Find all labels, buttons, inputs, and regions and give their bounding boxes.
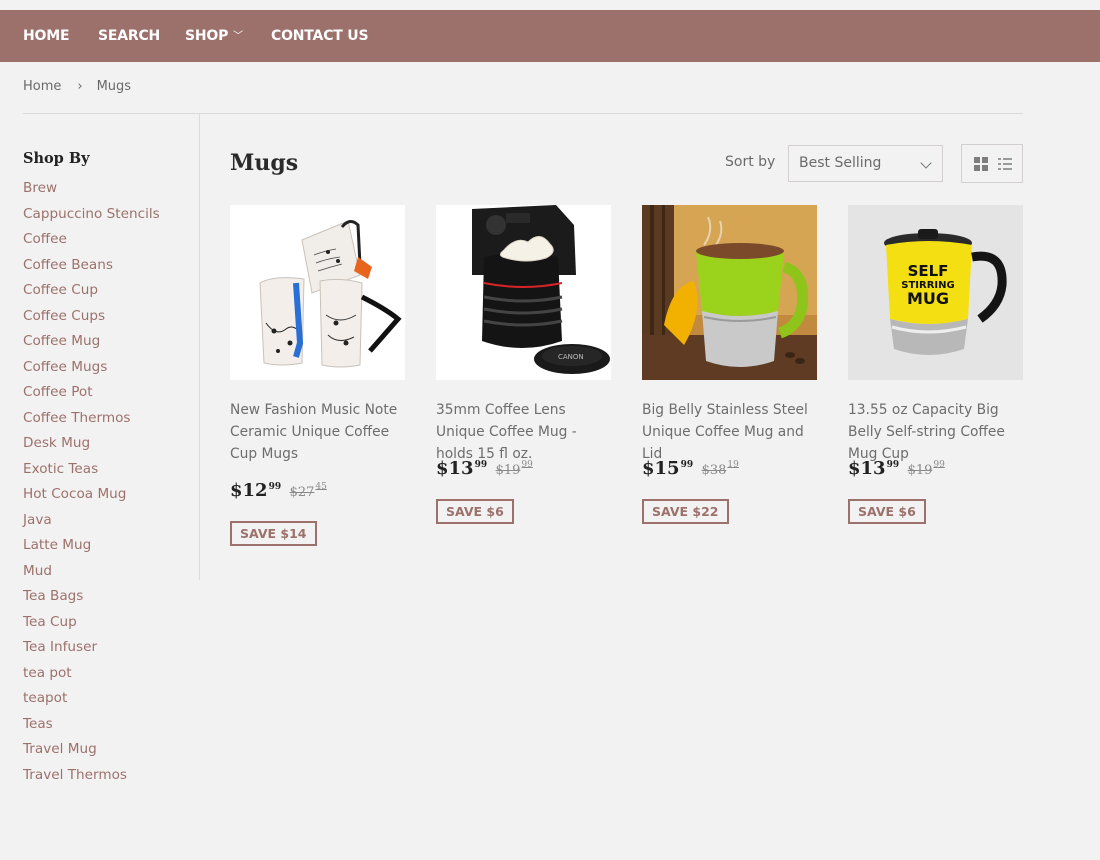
product-title[interactable]: New Fashion Music Note Ceramic Unique Co…: [230, 399, 405, 465]
mug-text: MUG: [907, 289, 949, 308]
sidebar-item-link[interactable]: Exotic Teas: [23, 461, 98, 477]
original-price: $1999: [907, 460, 945, 478]
sidebar-item-link[interactable]: Mud: [23, 563, 52, 579]
product-image[interactable]: SELF STIRRING MUG: [848, 205, 1023, 380]
sidebar-item-link[interactable]: Coffee Pot: [23, 384, 93, 400]
sidebar-divider: [199, 114, 200, 580]
sidebar-item-link[interactable]: Desk Mug: [23, 435, 90, 451]
sidebar-item-link[interactable]: Tea Cup: [23, 614, 77, 630]
original-price: $1999: [495, 460, 533, 478]
product-image[interactable]: [230, 205, 405, 380]
sale-price: $1399: [848, 458, 900, 479]
sidebar-item-link[interactable]: Coffee Mug: [23, 333, 100, 349]
sidebar-item-link[interactable]: Cappuccino Stencils: [23, 206, 160, 222]
nav-home-link[interactable]: HOME: [23, 10, 70, 62]
product-title[interactable]: 13.55 oz Capacity Big Belly Self-string …: [848, 399, 1023, 465]
sidebar-category-list: Brew Cappuccino Stencils Coffee Coffee B…: [23, 178, 160, 790]
breadcrumb-separator: ›: [77, 79, 83, 94]
sort-select[interactable]: Best Selling: [788, 145, 943, 182]
product-image[interactable]: CANON: [436, 205, 611, 380]
sidebar-item-link[interactable]: Hot Cocoa Mug: [23, 486, 126, 502]
original-price: $3819: [701, 460, 739, 478]
chevron-down-icon: ﹀: [233, 31, 243, 42]
nav-shop-link[interactable]: SHOP ﹀: [185, 10, 243, 62]
nav-contact-link[interactable]: CONTACT US: [271, 10, 369, 62]
sidebar-item-link[interactable]: Brew: [23, 180, 57, 196]
grid-view-icon[interactable]: [974, 157, 988, 171]
lens-cap-text: CANON: [558, 353, 584, 361]
save-badge: SAVE $22: [642, 499, 729, 524]
sidebar-item-link[interactable]: Coffee: [23, 231, 67, 247]
price-row: $1399 $1999: [436, 458, 533, 479]
sidebar-item-link[interactable]: Tea Infuser: [23, 639, 97, 655]
sidebar-item-link[interactable]: Teas: [23, 716, 53, 732]
sidebar-item-link[interactable]: Travel Mug: [23, 741, 97, 757]
sale-price: $1599: [642, 458, 694, 479]
view-toggle: [961, 144, 1023, 183]
price-row: $1599 $3819: [642, 458, 739, 479]
save-badge: SAVE $6: [436, 499, 514, 524]
sort-label: Sort by: [725, 154, 776, 170]
price-row: $1399 $1999: [848, 458, 945, 479]
breadcrumb: Home › Mugs: [23, 79, 131, 94]
sidebar-item-link[interactable]: Java: [23, 512, 52, 528]
sidebar-item-link[interactable]: Coffee Cups: [23, 308, 105, 324]
sale-price: $1299: [230, 480, 282, 501]
save-badge: SAVE $14: [230, 521, 317, 546]
page-title: Mugs: [230, 150, 299, 176]
product-image[interactable]: [642, 205, 817, 380]
header-divider: [23, 113, 1023, 114]
nav-shop-label: SHOP: [185, 28, 229, 44]
sidebar-item-link[interactable]: Travel Thermos: [23, 767, 127, 783]
breadcrumb-home-link[interactable]: Home: [23, 79, 61, 94]
sort-select-value: Best Selling: [799, 155, 882, 171]
sidebar-item-link[interactable]: Tea Bags: [23, 588, 83, 604]
self-text: SELF: [908, 262, 949, 280]
nav-search-link[interactable]: SEARCH: [98, 10, 160, 62]
chevron-down-icon: [920, 157, 932, 169]
sidebar-title: Shop By: [23, 150, 90, 167]
main-navbar: HOME SEARCH SHOP ﹀ CONTACT US: [0, 10, 1100, 62]
product-title[interactable]: Big Belly Stainless Steel Unique Coffee …: [642, 399, 817, 465]
sidebar-item-link[interactable]: Coffee Thermos: [23, 410, 131, 426]
sale-price: $1399: [436, 458, 488, 479]
sidebar-item-link[interactable]: Coffee Mugs: [23, 359, 107, 375]
sidebar-item-link[interactable]: teapot: [23, 690, 67, 706]
save-badge: SAVE $6: [848, 499, 926, 524]
sidebar-item-link[interactable]: tea pot: [23, 665, 72, 681]
breadcrumb-current: Mugs: [96, 79, 132, 94]
list-view-icon[interactable]: [998, 157, 1012, 171]
price-row: $1299 $2745: [230, 480, 327, 501]
original-price: $2745: [289, 482, 327, 500]
sidebar-item-link[interactable]: Coffee Beans: [23, 257, 113, 273]
sidebar-item-link[interactable]: Coffee Cup: [23, 282, 98, 298]
sidebar-item-link[interactable]: Latte Mug: [23, 537, 91, 553]
product-title[interactable]: 35mm Coffee Lens Unique Coffee Mug - hol…: [436, 399, 611, 465]
